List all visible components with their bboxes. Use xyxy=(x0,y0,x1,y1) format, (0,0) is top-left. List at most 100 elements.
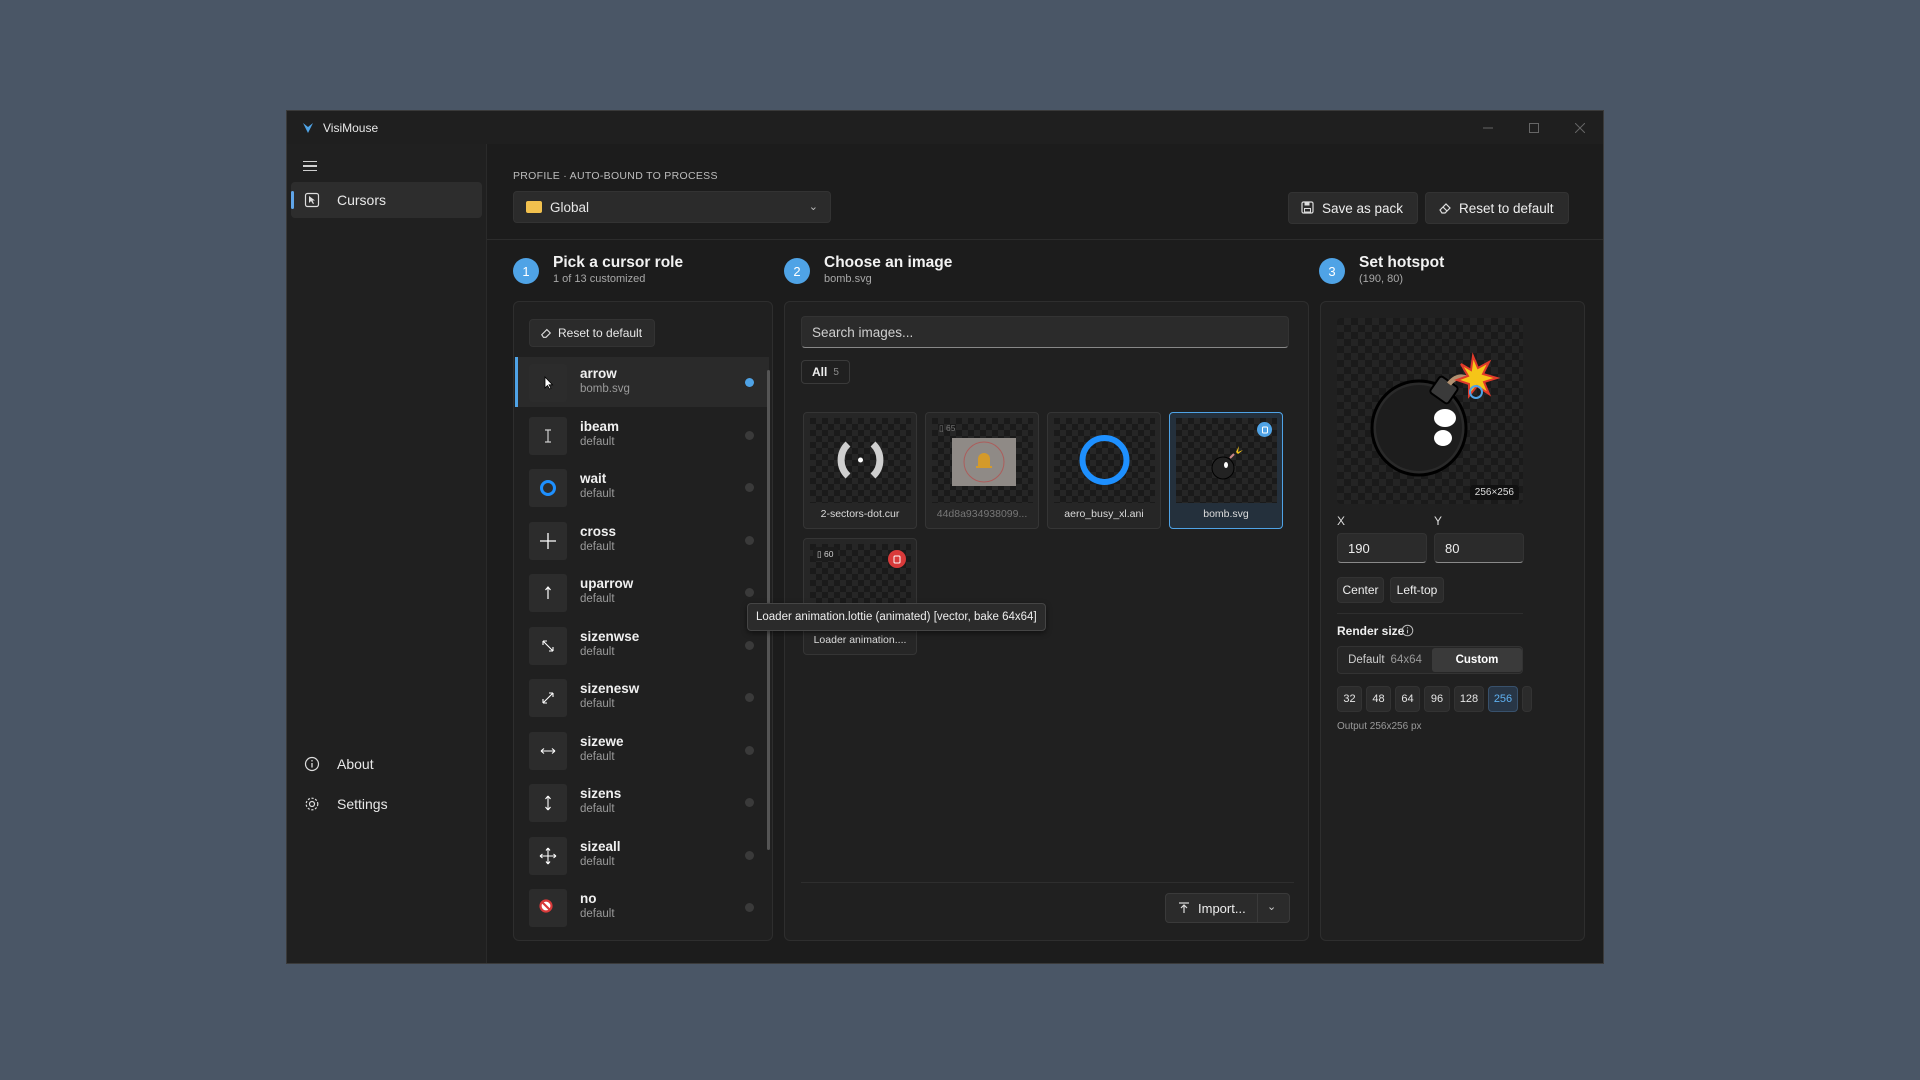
nav-label-cursors: Cursors xyxy=(337,192,387,208)
left-top-button[interactable]: Left-top xyxy=(1390,577,1444,603)
sizens-cursor-icon xyxy=(529,784,567,822)
frame-count-badge: ▯ 65 xyxy=(939,422,956,434)
import-button[interactable]: Import... ⌄ xyxy=(1165,893,1290,923)
role-name: ibeam xyxy=(580,418,620,434)
role-status-dot xyxy=(745,588,754,597)
size-option-96[interactable]: 96 xyxy=(1424,686,1450,712)
selected-check-icon xyxy=(1257,422,1272,437)
role-source: bomb.svg xyxy=(580,383,630,395)
nav-item-cursors[interactable]: Cursors xyxy=(291,182,482,218)
search-images-input[interactable]: Search images... xyxy=(801,316,1289,348)
role-item-sizens[interactable]: sizens default xyxy=(515,777,769,827)
import-label: Import... xyxy=(1198,900,1246,916)
aero-busy-ring-icon xyxy=(1079,435,1130,485)
sidebar: Cursors About Settings xyxy=(287,144,486,963)
role-item-cross[interactable]: cross default xyxy=(515,515,769,565)
size-option-256[interactable]: 256 xyxy=(1488,686,1518,712)
save-as-pack-button[interactable]: Save as pack xyxy=(1288,192,1419,224)
folder-icon xyxy=(526,201,542,213)
role-item-no[interactable]: no default xyxy=(515,882,769,932)
info-icon[interactable] xyxy=(1401,624,1414,637)
hamburger-menu-icon[interactable] xyxy=(300,156,320,176)
close-icon xyxy=(1575,122,1585,133)
header-divider xyxy=(487,239,1603,240)
size-option-32[interactable]: 32 xyxy=(1337,686,1362,712)
role-source: default xyxy=(580,803,615,815)
role-name: sizewe xyxy=(580,733,624,749)
wait-ring-icon xyxy=(529,469,567,507)
step-subtitle: 1 of 13 customized xyxy=(553,273,646,285)
size-option-48[interactable]: 48 xyxy=(1366,686,1391,712)
section-divider xyxy=(1337,613,1523,614)
profile-select[interactable]: Global ⌄ xyxy=(513,191,831,223)
maximize-icon xyxy=(1529,122,1539,133)
hotspot-preview[interactable]: 256×256 xyxy=(1337,318,1523,504)
hotspot-x-input[interactable]: 190 xyxy=(1337,533,1427,563)
nav-item-about[interactable]: About xyxy=(291,746,482,782)
app-window: VisiMouse Cursors About Settings PROFILE… xyxy=(286,110,1604,964)
save-pack-icon xyxy=(1301,201,1315,215)
hotspot-panel: 256×256 X Y 190 80 Center Left-top Rende… xyxy=(1320,301,1585,941)
role-source: default xyxy=(580,435,615,448)
output-size-text: Output 256x256 px xyxy=(1337,721,1422,732)
size-option-overflow[interactable] xyxy=(1522,686,1532,712)
role-status-dot xyxy=(745,430,754,440)
image-tile[interactable]: 2-sectors-dot.cur xyxy=(803,412,917,529)
badge-value: 65 xyxy=(946,423,956,433)
size-option-64[interactable]: 64 xyxy=(1395,686,1420,712)
role-item-sizenwse[interactable]: sizenwse default xyxy=(515,620,769,670)
minimize-button[interactable] xyxy=(1465,111,1511,144)
close-button[interactable] xyxy=(1557,111,1603,144)
image-tile[interactable]: aero_busy_xl.ani xyxy=(1047,412,1161,529)
nav-item-settings[interactable]: Settings xyxy=(291,786,482,822)
role-item-wait[interactable]: wait default xyxy=(515,462,769,512)
delete-icon[interactable] xyxy=(888,550,906,568)
step-subtitle: (190, 80) xyxy=(1359,273,1404,285)
role-panel: Reset to default arrow bomb.svg ibeam defau… xyxy=(513,301,773,941)
role-status-dot xyxy=(745,903,754,912)
tile-label: 44d8a934938099... xyxy=(936,508,1028,520)
center-button[interactable]: Center xyxy=(1337,577,1384,603)
role-name: uparrow xyxy=(580,576,634,591)
chevron-down-icon[interactable]: ⌄ xyxy=(1267,900,1276,913)
sizenwse-cursor-icon xyxy=(529,626,567,665)
step-number: 3 xyxy=(1319,258,1345,284)
role-item-sizeall[interactable]: sizeall default xyxy=(515,830,769,880)
x-label: X xyxy=(1337,514,1346,528)
size-option-128[interactable]: 128 xyxy=(1454,686,1484,712)
tile-label: bomb.svg xyxy=(1203,508,1249,520)
role-source: default xyxy=(580,908,615,920)
filter-chip-all[interactable]: All 5 xyxy=(801,360,850,384)
tile-thumbnail xyxy=(810,418,911,503)
role-item-ibeam[interactable]: ibeam default xyxy=(515,410,769,460)
maximize-button[interactable] xyxy=(1511,111,1557,144)
role-item-sizewe[interactable]: sizewe default xyxy=(515,725,769,775)
image-tile[interactable]: ▯ 60 Loader animation.... xyxy=(803,538,917,655)
role-status-dot xyxy=(745,640,754,650)
ibeam-cursor-icon xyxy=(529,416,567,455)
info-icon xyxy=(303,755,321,773)
step-title: Choose an image xyxy=(824,254,953,271)
default-label: Default xyxy=(1348,654,1385,666)
minimize-icon xyxy=(1483,127,1493,128)
role-status-dot xyxy=(745,378,754,387)
reset-to-default-button[interactable]: Reset to default xyxy=(1425,192,1569,224)
gear-icon xyxy=(303,795,321,813)
bomb-preview-icon xyxy=(1370,352,1501,477)
step-number: 2 xyxy=(784,258,810,284)
role-source: default xyxy=(580,750,615,763)
role-reset-button[interactable]: Reset to default xyxy=(529,319,656,347)
image-tile-selected[interactable]: bomb.svg xyxy=(1169,412,1283,529)
nav-label-settings: Settings xyxy=(337,796,388,812)
image-tile[interactable]: ▯ 65 44d8a934938099... xyxy=(925,412,1039,529)
role-item-arrow[interactable]: arrow bomb.svg xyxy=(515,357,769,407)
hotspot-y-input[interactable]: 80 xyxy=(1434,533,1524,563)
role-item-sizenesw[interactable]: sizenesw default xyxy=(515,672,769,722)
app-title: VisiMouse xyxy=(323,120,379,135)
role-item-uparrow[interactable]: uparrow default xyxy=(515,567,769,617)
sizewe-cursor-icon xyxy=(529,731,567,770)
step-title: Set hotspot xyxy=(1359,254,1445,271)
custom-size-option[interactable]: Custom xyxy=(1432,648,1522,672)
default-size-option[interactable]: Default 64x64 xyxy=(1338,647,1432,673)
default-size-value: 64x64 xyxy=(1390,654,1422,666)
